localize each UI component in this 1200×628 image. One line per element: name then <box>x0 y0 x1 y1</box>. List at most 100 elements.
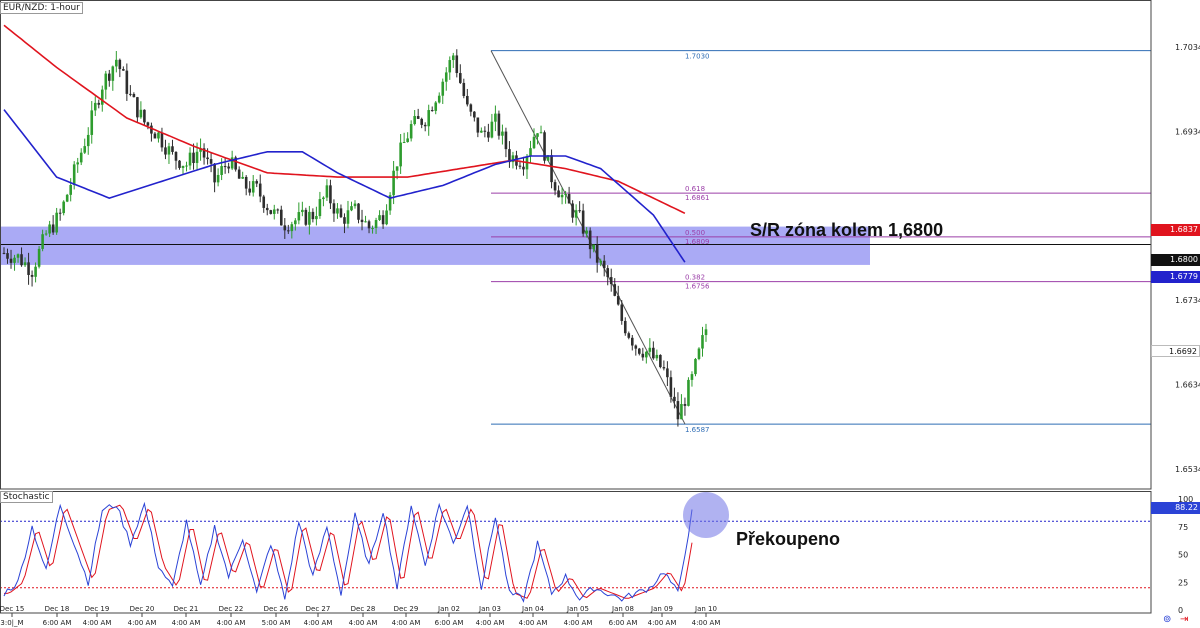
candle-body <box>251 181 255 193</box>
candle-body <box>343 217 346 224</box>
candle-body <box>164 147 167 155</box>
candle-body <box>272 209 276 214</box>
candle-body <box>20 254 23 266</box>
candle-body <box>248 188 251 193</box>
time-time-label: 6:00 AM <box>435 619 464 627</box>
chart-canvas[interactable]: 1.7030 0.6181.6861 0.5001.6809 0.3821.6756 1… <box>0 0 1200 628</box>
candle-body <box>76 162 80 165</box>
candle-body <box>100 89 104 105</box>
candle-body <box>308 211 311 225</box>
time-time-label: 4:00 AM <box>172 619 201 627</box>
candle-body <box>287 230 290 232</box>
candle-body <box>318 199 322 217</box>
candle-body <box>430 110 434 112</box>
candle-body <box>536 133 539 137</box>
candle-body <box>501 131 504 136</box>
time-time-label: 4:00 AM <box>349 619 378 627</box>
candle-body <box>645 351 648 358</box>
candle-body <box>420 118 423 125</box>
indicator-title: Stochastic <box>0 491 53 503</box>
price-tag-sr-line: 1.6800 <box>1151 254 1200 266</box>
candle-body <box>638 348 641 354</box>
candle-body <box>413 116 416 125</box>
time-date-label: Dec 28 <box>351 605 376 613</box>
candle-body <box>79 152 83 163</box>
candle-body <box>41 234 44 249</box>
candle-body <box>599 260 602 263</box>
candle-body <box>497 113 501 136</box>
candle-body <box>220 166 223 175</box>
candle-body <box>51 224 55 233</box>
candle-body <box>122 69 125 71</box>
candle-body <box>353 203 357 207</box>
candle-body <box>115 59 118 67</box>
candle-body <box>72 164 76 186</box>
candle-body <box>434 102 438 111</box>
time-time-label: 4:00 AM <box>648 619 677 627</box>
candle-body <box>494 113 497 122</box>
candle-body <box>258 183 262 197</box>
candle-body <box>332 203 336 214</box>
candle-body <box>613 284 617 296</box>
candle-body <box>402 142 406 144</box>
time-time-label: 5:00 AM <box>262 619 291 627</box>
time-time-label: 4:00 AM <box>564 619 593 627</box>
time-date-label: Dec 29 <box>394 605 419 613</box>
candle-body <box>188 152 192 166</box>
candle-body <box>181 165 185 168</box>
candle-body <box>553 182 557 191</box>
price-tag-ma-slow: 1.6837 <box>1151 224 1200 236</box>
arrow-right-icon[interactable]: ⇥ <box>1180 614 1192 626</box>
candle-body <box>595 244 599 263</box>
candle-body <box>620 304 624 321</box>
fib-price-label: 1.7030 <box>685 53 710 61</box>
candle-body <box>262 196 266 208</box>
candle-body <box>694 358 697 375</box>
time-time-label: 4:00 AM <box>128 619 157 627</box>
candle-body <box>83 146 87 153</box>
candle-body <box>529 148 532 157</box>
candle-body <box>350 206 353 211</box>
candle-body <box>346 210 350 224</box>
candle-body <box>539 132 543 134</box>
candle-body <box>480 130 483 133</box>
candle-body <box>62 201 65 214</box>
price-tag-ma-fast: 1.6779 <box>1151 271 1200 283</box>
candle-body <box>58 212 62 214</box>
candle-body <box>616 295 620 305</box>
time-time-label: 4:00 AM <box>476 619 505 627</box>
time-time-label: 6:00 AM <box>43 619 72 627</box>
candle-body <box>206 157 209 160</box>
stoch-axis-label: 25 <box>1178 578 1188 587</box>
price-axis-label: 1.6734 <box>1175 296 1200 305</box>
candle-body <box>269 210 273 214</box>
candle-body <box>588 230 592 250</box>
overbought-circle <box>683 492 729 538</box>
candle-body <box>701 335 704 349</box>
candle-body <box>602 260 606 269</box>
sync-icon[interactable]: ⊚ <box>1163 614 1175 626</box>
candle-body <box>641 353 645 358</box>
candle-body <box>564 194 567 196</box>
candle-body <box>265 207 269 211</box>
fib-price-label: 1.6587 <box>685 426 710 434</box>
candle-body <box>315 216 318 220</box>
candle-body <box>86 134 90 147</box>
time-date-label: Jan 10 <box>694 605 717 613</box>
price-tag-current: 1.6692 <box>1151 345 1200 357</box>
candle-body <box>357 203 360 220</box>
candle-body <box>560 194 564 198</box>
candle-body <box>409 124 413 139</box>
candle-body <box>178 160 181 168</box>
fib-price-label: 1.6756 <box>685 283 710 291</box>
candle-body <box>294 220 297 225</box>
candle-body <box>279 209 283 226</box>
candle-body <box>129 93 132 95</box>
candle-body <box>385 210 388 225</box>
candle-body <box>13 257 16 263</box>
candle-body <box>371 228 374 230</box>
stoch-axis-label: 50 <box>1178 551 1188 560</box>
candle-body <box>139 109 143 118</box>
candle-body <box>244 176 248 189</box>
candle-body <box>659 354 662 368</box>
